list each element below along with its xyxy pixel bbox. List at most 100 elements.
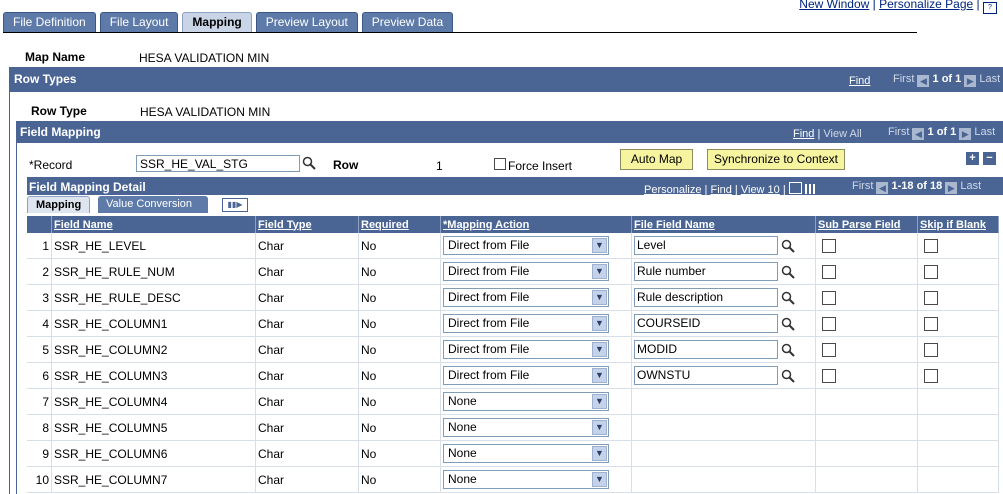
skip-blank-cell — [917, 362, 999, 389]
detail-header: Field Mapping Detail Personalize | Find … — [27, 177, 1003, 196]
chevron-down-icon[interactable]: ▼ — [592, 290, 607, 305]
sub-parse-checkbox[interactable] — [822, 238, 836, 253]
tab-mapping[interactable]: Mapping — [182, 12, 252, 32]
field-type-cell: Char — [255, 466, 359, 493]
file-field-input[interactable]: OWNSTU — [634, 366, 778, 385]
row-types-count: 1 of 1 — [932, 73, 962, 85]
tab-preview-layout[interactable]: Preview Layout — [255, 12, 358, 32]
mapping-action-select[interactable]: Direct from File ▼ — [443, 236, 609, 255]
field-mapping-prev-arrow-icon[interactable]: ◀ — [912, 128, 925, 140]
auto-map-button[interactable]: Auto Map — [620, 149, 693, 170]
col-field-name[interactable]: Field Name — [51, 216, 256, 233]
mapping-action-select[interactable]: None ▼ — [443, 418, 609, 437]
mapping-action-select[interactable]: None ▼ — [443, 392, 609, 411]
chevron-down-icon[interactable]: ▼ — [592, 472, 607, 487]
row-types-next-arrow-icon[interactable]: ▶ — [964, 75, 977, 87]
skip-if-blank-checkbox[interactable] — [924, 316, 938, 331]
tab-file-definition[interactable]: File Definition — [3, 12, 96, 32]
lookup-icon[interactable] — [781, 265, 795, 279]
show-all-columns-icon[interactable]: ▮▮▶ — [222, 198, 248, 212]
skip-if-blank-checkbox[interactable] — [924, 264, 938, 279]
row-types-prev-arrow-icon[interactable]: ◀ — [917, 75, 930, 87]
mapping-action-select[interactable]: Direct from File ▼ — [443, 366, 609, 385]
file-field-input[interactable]: COURSEID — [634, 314, 778, 333]
required-cell: No — [358, 414, 441, 441]
mapping-action-select[interactable]: Direct from File ▼ — [443, 314, 609, 333]
detail-download-icon[interactable] — [788, 182, 802, 194]
link-separator-2: | — [976, 0, 980, 11]
skip-blank-cell — [917, 414, 999, 441]
col-sub-parse-field[interactable]: Sub Parse Field — [815, 216, 918, 233]
file-field-input[interactable]: MODID — [634, 340, 778, 359]
row-types-find-link[interactable]: Find — [849, 75, 870, 87]
lookup-icon[interactable] — [781, 317, 795, 331]
sub-parse-checkbox[interactable] — [822, 368, 836, 383]
col-mapping-action[interactable]: *Mapping Action — [440, 216, 632, 233]
detail-last-label: Last — [960, 180, 982, 192]
mapping-action-select[interactable]: Direct from File ▼ — [443, 340, 609, 359]
sub-parse-checkbox[interactable] — [822, 316, 836, 331]
help-icon[interactable]: ? — [983, 2, 997, 14]
new-window-link[interactable]: New Window — [799, 0, 869, 11]
detail-view10-link[interactable]: View 10 — [741, 184, 780, 196]
field-mapping-find-link[interactable]: Find — [793, 128, 814, 140]
skip-blank-cell — [917, 388, 999, 415]
detail-title: Field Mapping Detail — [29, 180, 146, 194]
skip-if-blank-checkbox[interactable] — [924, 368, 938, 383]
mapping-action-select[interactable]: Direct from File ▼ — [443, 262, 609, 281]
subtab-value-conversion[interactable]: Value Conversion — [98, 196, 208, 213]
skip-if-blank-checkbox[interactable] — [924, 290, 938, 305]
field-mapping-next-arrow-icon[interactable]: ▶ — [959, 128, 972, 140]
col-required[interactable]: Required — [358, 216, 441, 233]
detail-prev-arrow-icon[interactable]: ◀ — [876, 182, 889, 194]
file-field-input[interactable]: Rule number — [634, 262, 778, 281]
file-field-input[interactable]: Level — [634, 236, 778, 255]
personalize-page-link[interactable]: Personalize Page — [879, 0, 973, 11]
add-row-icon[interactable]: + — [966, 152, 979, 165]
detail-find-link[interactable]: Find — [710, 184, 731, 196]
chevron-down-icon[interactable]: ▼ — [592, 446, 607, 461]
mapping-action-select[interactable]: Direct from File ▼ — [443, 288, 609, 307]
file-field-input[interactable]: Rule description — [634, 288, 778, 307]
col-skip-if-blank[interactable]: Skip if Blank — [917, 216, 999, 233]
field-mapping-view-all[interactable]: View All — [823, 128, 861, 140]
sub-parse-checkbox[interactable] — [822, 264, 836, 279]
lookup-icon[interactable] — [781, 343, 795, 357]
lookup-icon[interactable] — [781, 369, 795, 383]
synchronize-button[interactable]: Synchronize to Context — [707, 149, 845, 170]
lookup-icon[interactable] — [781, 291, 795, 305]
chevron-down-icon[interactable]: ▼ — [592, 368, 607, 383]
chevron-down-icon[interactable]: ▼ — [592, 264, 607, 279]
sub-parse-checkbox[interactable] — [822, 342, 836, 357]
subtab-mapping[interactable]: Mapping — [27, 196, 90, 213]
chevron-down-icon[interactable]: ▼ — [592, 316, 607, 331]
required-cell: No — [358, 284, 441, 311]
col-field-type[interactable]: Field Type — [255, 216, 359, 233]
detail-personalize-link[interactable]: Personalize — [644, 184, 701, 196]
chevron-down-icon[interactable]: ▼ — [592, 420, 607, 435]
sub-parse-checkbox[interactable] — [822, 290, 836, 305]
delete-row-icon[interactable]: − — [983, 152, 996, 165]
chevron-down-icon[interactable]: ▼ — [592, 342, 607, 357]
detail-next-arrow-icon[interactable]: ▶ — [945, 182, 958, 194]
row-number: 2 — [27, 258, 52, 285]
col-file-field-name[interactable]: File Field Name — [631, 216, 816, 233]
skip-if-blank-checkbox[interactable] — [924, 238, 938, 253]
detail-grid-icon[interactable] — [804, 184, 815, 194]
chevron-down-icon[interactable]: ▼ — [592, 238, 607, 253]
mapping-action-select[interactable]: None ▼ — [443, 470, 609, 489]
skip-if-blank-checkbox[interactable] — [924, 342, 938, 357]
field-type-cell: Char — [255, 233, 359, 259]
tab-file-layout[interactable]: File Layout — [99, 12, 179, 32]
chevron-down-icon[interactable]: ▼ — [592, 394, 607, 409]
sub-parse-cell — [815, 388, 918, 415]
mapping-action-select[interactable]: None ▼ — [443, 444, 609, 463]
tab-preview-data[interactable]: Preview Data — [361, 12, 454, 32]
table-row: 3 SSR_HE_RULE_DESC Char No Direct from File ▼… — [27, 284, 999, 311]
required-cell: No — [358, 440, 441, 467]
record-lookup-icon[interactable] — [302, 156, 316, 170]
map-name-label: Map Name — [25, 50, 86, 64]
lookup-icon[interactable] — [781, 239, 795, 253]
record-input[interactable]: SSR_HE_VAL_STG — [136, 155, 300, 172]
force-insert-checkbox[interactable] — [494, 158, 506, 170]
